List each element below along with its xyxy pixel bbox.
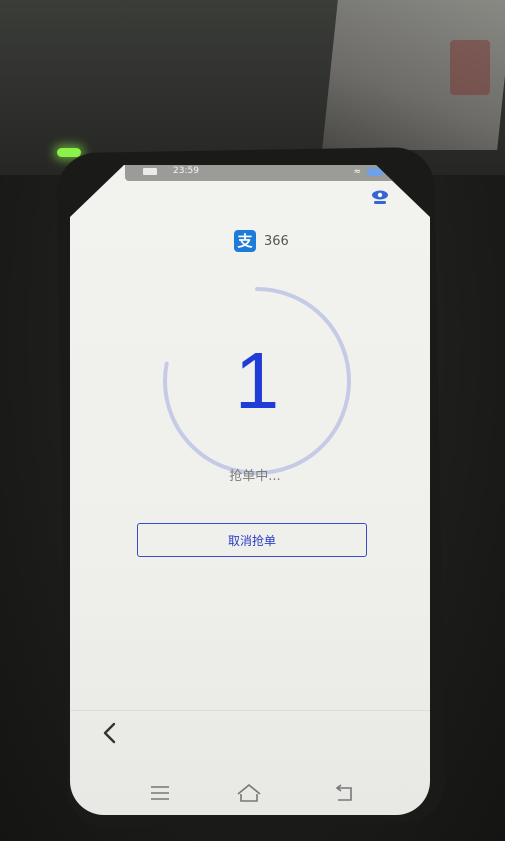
menu-icon[interactable] (148, 781, 172, 805)
status-time: 23:59 (173, 166, 199, 176)
alipay-logo: 支 (234, 230, 256, 252)
phone-screen: 23:59 ≈ 支 366 1 抢单中... 取消抢单 (70, 165, 430, 815)
assistant-icon[interactable] (370, 187, 390, 207)
return-icon[interactable] (332, 781, 356, 805)
background-paper-mark (450, 40, 490, 95)
status-left-icon (143, 168, 157, 175)
app-header: 支 366 (234, 229, 289, 253)
status-bar: 23:59 ≈ (125, 165, 395, 181)
cancel-grab-button[interactable]: 取消抢单 (137, 523, 367, 557)
chevron-left-icon[interactable] (98, 720, 122, 746)
accessibility-icon[interactable] (396, 784, 416, 806)
grabbing-status-text: 抢单中... (229, 469, 281, 484)
wifi-icon: ≈ (353, 167, 361, 177)
countdown-number: 1 (234, 336, 280, 425)
home-icon[interactable] (236, 781, 262, 805)
divider (70, 710, 430, 711)
system-nav-bar (70, 775, 430, 815)
green-led-light (57, 148, 81, 157)
app-code: 366 (264, 233, 289, 249)
